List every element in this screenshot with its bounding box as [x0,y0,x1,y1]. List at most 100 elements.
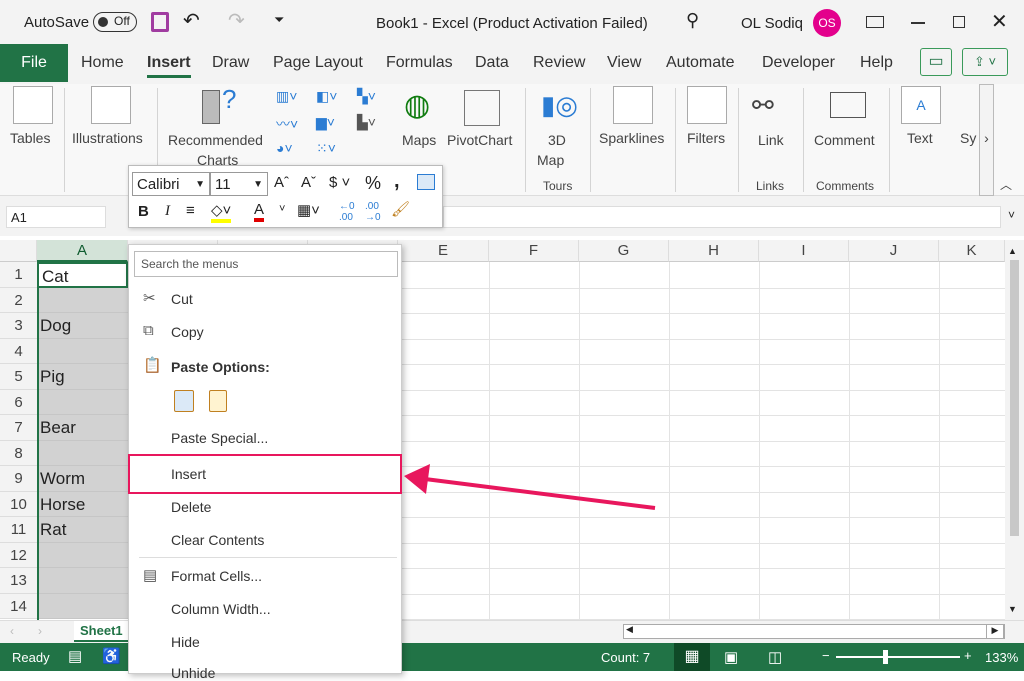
row-header-10[interactable]: 10 [0,491,37,517]
tab-help[interactable]: Help [860,54,893,72]
tables-button[interactable]: Tables [10,130,50,146]
row-header-13[interactable]: 13 [0,568,37,594]
cell-A5[interactable]: Pig [37,364,128,390]
tab-developer[interactable]: Developer [762,54,835,72]
menu-search-input[interactable]: Search the menus [134,251,398,277]
expand-formula-icon[interactable]: ˅ [1008,208,1015,222]
maximize-icon[interactable] [953,16,965,28]
font-size-select[interactable]: 11 ▼ [210,172,268,196]
tab-view[interactable]: View [607,54,641,72]
recommended-charts-button[interactable]: Recommended [168,132,263,148]
next-sheet-icon[interactable]: › [38,624,42,638]
paste-formulas-icon[interactable] [174,390,194,412]
formula-input[interactable] [443,206,1001,228]
text-icon[interactable]: A [901,86,941,124]
tab-page-layout[interactable]: Page Layout [273,54,363,72]
bold-icon[interactable]: B [138,203,149,220]
increase-font-icon[interactable]: Aˆ [274,174,289,191]
tab-formulas[interactable]: Formulas [386,54,453,72]
zoom-in-button[interactable]: + [964,648,972,663]
column-header-F[interactable]: F [489,240,579,262]
undo-icon[interactable]: ↶ [183,8,200,33]
format-painter-icon[interactable]: 🖌 [391,200,410,218]
cell-A3[interactable]: Dog [37,313,128,339]
cell-A12[interactable] [37,542,128,568]
row-header-8[interactable]: 8 [0,440,37,466]
link-button[interactable]: Link [758,132,784,148]
fill-color-icon[interactable]: ◇˅ [211,201,232,223]
zoom-out-button[interactable]: − [822,648,830,663]
column-header-E[interactable]: E [398,240,489,262]
sparklines-button[interactable]: Sparklines [599,130,664,146]
collapse-ribbon-icon[interactable]: ︿ [1000,176,1012,193]
paste-values-icon[interactable] [209,390,227,412]
recommended-charts-icon[interactable] [202,90,220,124]
menu-clear-contents[interactable]: Clear Contents [171,532,264,548]
ribbon-display-icon[interactable] [866,16,884,28]
combo-chart-icon[interactable]: ▙˅ [357,114,376,131]
comments-button[interactable]: ▭ [920,48,952,76]
ribbon-scroll-right[interactable]: › [979,84,994,196]
accessibility-icon[interactable]: ♿ [102,647,121,665]
waterfall-chart-icon[interactable]: ▚˅ [357,88,376,105]
menu-column-width[interactable]: Column Width... [171,601,271,617]
tab-data[interactable]: Data [475,54,509,72]
zoom-slider-thumb[interactable] [883,650,888,664]
row-header-5[interactable]: 5 [0,364,37,390]
redo-icon[interactable]: ↷ [228,8,245,33]
cell-A1[interactable]: Cat [37,262,128,288]
cell-A9[interactable]: Worm [37,466,128,492]
column-header-K[interactable]: K [939,240,1005,262]
percent-icon[interactable]: % [365,173,381,194]
column-header-J[interactable]: J [849,240,939,262]
page-break-view-button[interactable]: ◫ [768,648,782,666]
search-icon[interactable]: ⚲ [686,10,699,31]
cell-A11[interactable]: Rat [37,517,128,543]
shapes-icon[interactable] [91,86,131,124]
hierarchy-chart-icon[interactable]: ◧˅ [316,88,337,105]
row-header-2[interactable]: 2 [0,287,37,313]
currency-icon[interactable]: $ ˅ [329,174,350,191]
cell-A2[interactable] [37,287,128,313]
tab-review[interactable]: Review [533,54,585,72]
maps-button[interactable]: Maps [402,132,436,148]
tab-file[interactable]: File [0,44,68,82]
font-color-dropdown[interactable]: ˅ [279,203,285,215]
menu-delete[interactable]: Delete [171,499,211,515]
tab-draw[interactable]: Draw [212,54,249,72]
statistic-chart-icon[interactable]: ▆˅ [316,114,335,131]
zoom-level[interactable]: 133% [985,650,1018,665]
zoom-slider[interactable] [836,650,960,664]
column-header-H[interactable]: H [669,240,759,262]
link-icon[interactable]: ⚯ [752,90,774,121]
cell-A4[interactable] [37,338,128,364]
menu-format-cells[interactable]: Format Cells... [171,568,262,584]
row-header-6[interactable]: 6 [0,389,37,415]
row-header-1[interactable]: 1 [0,262,37,288]
comment-button[interactable]: Comment [814,132,875,148]
row-header-3[interactable]: 3 [0,313,37,339]
avatar[interactable]: OS [813,9,841,37]
column-header-I[interactable]: I [759,240,849,262]
new-comment-icon[interactable] [830,92,866,118]
text-button[interactable]: Text [907,130,933,146]
column-chart-icon[interactable]: ▥˅ [276,88,297,105]
tab-insert[interactable]: Insert [147,54,191,78]
select-all[interactable] [0,240,37,262]
cell-A6[interactable] [37,389,128,415]
page-layout-view-button[interactable]: ▣ [724,648,738,666]
scroll-down-icon[interactable]: ▼ [1008,604,1017,614]
wrap-text-icon[interactable] [417,174,435,190]
comma-style-icon[interactable]: , [394,170,400,193]
table-icon[interactable] [13,86,53,124]
tab-home[interactable]: Home [81,54,124,72]
cell-A8[interactable] [37,440,128,466]
menu-unhide[interactable]: Unhide [171,665,215,681]
prev-sheet-icon[interactable]: ‹ [10,624,14,638]
font-color-icon[interactable]: A [254,201,265,222]
customize-qat-icon[interactable]: ⏷ [274,12,284,28]
increase-decimal-icon[interactable]: ←0.00 [339,201,355,223]
autosave-toggle[interactable]: Off [93,12,137,32]
row-header-7[interactable]: 7 [0,415,37,441]
normal-view-button[interactable]: ▦ [674,643,710,671]
